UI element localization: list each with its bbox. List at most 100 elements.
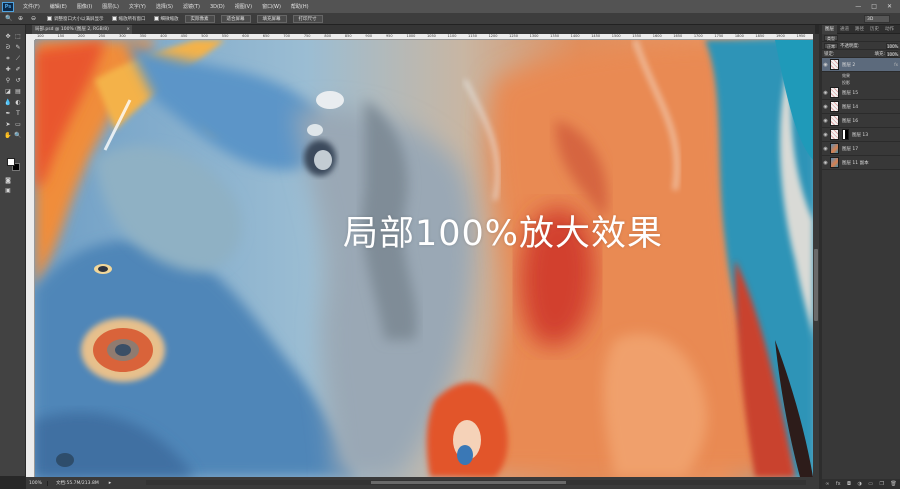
trash-icon[interactable]: 🗑 <box>890 481 896 487</box>
hand-tool-icon[interactable]: ✋ <box>4 132 12 140</box>
actual-pixels-button[interactable]: 实际像素 <box>184 14 215 23</box>
opacity-field[interactable]: 100% <box>886 42 898 49</box>
vertical-scroll-thumb[interactable] <box>814 249 818 321</box>
lock-row: 锁定: 填充: 100% <box>822 50 900 58</box>
fill-field[interactable]: 100% <box>886 50 898 57</box>
menu-layer[interactable]: 图层(L) <box>97 3 124 10</box>
maximize-icon[interactable]: □ <box>871 3 877 10</box>
folder-icon[interactable]: ▭ <box>868 481 873 487</box>
blur-tool-icon[interactable]: 💧 <box>4 99 12 107</box>
layer-kind-select[interactable]: 类型 <box>824 34 838 41</box>
eye-icon[interactable]: ◉ <box>822 90 829 96</box>
workspace-select[interactable]: 3D <box>864 14 890 23</box>
document-tab[interactable]: 局部.psd @ 100% (图层 2, RGB/8) × <box>32 25 132 34</box>
zoom-out-icon[interactable]: ⊖ <box>31 15 39 22</box>
fit-screen-button[interactable]: 适合屏幕 <box>220 14 251 23</box>
ruler-tick-label: 700 <box>283 34 290 38</box>
layer-row[interactable]: ◉ 图层 16 <box>822 114 900 128</box>
layer-row[interactable]: ◉ 图层 17 <box>822 142 900 156</box>
eraser-tool-icon[interactable]: ◪ <box>4 88 12 96</box>
layer-thumbnail <box>830 157 839 168</box>
menu-image[interactable]: 图像(I) <box>72 3 97 10</box>
horizontal-scrollbar[interactable] <box>146 480 806 485</box>
pen-tool-icon[interactable]: ✒ <box>4 110 12 118</box>
adjustment-icon[interactable]: ◑ <box>857 481 861 487</box>
marquee-tool-icon[interactable]: ⬚ <box>14 33 22 41</box>
fill-screen-button[interactable]: 填充屏幕 <box>256 14 287 23</box>
tab-paths[interactable]: 路径 <box>852 26 867 32</box>
ruler-tick-label: 300 <box>119 34 126 38</box>
layer-name: 图层 14 <box>842 104 859 110</box>
move-tool-icon[interactable]: ✥ <box>4 33 12 41</box>
lasso-tool-icon[interactable]: ᘐ <box>4 44 12 52</box>
horizontal-scroll-thumb[interactable] <box>371 481 566 484</box>
menu-view[interactable]: 视图(V) <box>230 3 257 10</box>
menu-window[interactable]: 窗口(W) <box>257 3 286 10</box>
menu-edit[interactable]: 编辑(E) <box>45 3 72 10</box>
blend-mode-select[interactable]: 正常 <box>824 42 838 49</box>
layer-row[interactable]: ◉ 图层 14 <box>822 100 900 114</box>
fx-icon[interactable]: fx <box>836 481 841 487</box>
menu-3d[interactable]: 3D(D) <box>205 4 230 10</box>
screen-mode-icon[interactable]: ▣ <box>4 187 12 195</box>
zoom-tool-icon-side[interactable]: 🔍 <box>14 132 22 140</box>
menu-select[interactable]: 选择(S) <box>151 3 178 10</box>
document-tab-bar: 局部.psd @ 100% (图层 2, RGB/8) × <box>26 25 815 34</box>
eye-icon[interactable]: ◉ <box>822 118 829 124</box>
gradient-tool-icon[interactable]: ▤ <box>14 88 22 96</box>
eye-icon[interactable]: ◉ <box>822 146 829 152</box>
menu-help[interactable]: 帮助(H) <box>286 3 314 10</box>
layer-row[interactable]: ◉ 图层 15 <box>822 86 900 100</box>
dodge-tool-icon[interactable]: ◐ <box>14 99 22 107</box>
tab-layers[interactable]: 图层 <box>822 24 837 34</box>
new-layer-icon[interactable]: ❐ <box>879 481 883 487</box>
clone-stamp-icon[interactable]: ⚲ <box>4 77 12 85</box>
foreground-color-swatch[interactable] <box>7 158 15 166</box>
scrubby-zoom-checkbox[interactable]: 细微缩放 <box>153 16 179 22</box>
crop-tool-icon[interactable]: ⌗ <box>4 55 12 63</box>
quick-mask-icon[interactable]: ◙ <box>4 177 12 185</box>
close-tab-icon[interactable]: × <box>126 25 130 34</box>
effects-row[interactable]: 效果 <box>822 72 900 79</box>
print-size-button[interactable]: 打印尺寸 <box>292 14 323 23</box>
tab-history[interactable]: 历史 <box>867 26 882 32</box>
menu-filter[interactable]: 滤镜(T) <box>178 3 205 10</box>
canvas-caption-text: 局部100%放大效果 <box>342 214 663 254</box>
drop-shadow-row[interactable]: 投影 <box>822 79 900 86</box>
layer-row[interactable]: ◉ 图层 2 fx <box>822 58 900 72</box>
zoom-all-windows-checkbox[interactable]: 缩放所有窗口 <box>111 16 146 22</box>
vertical-ruler[interactable] <box>26 40 35 477</box>
close-icon[interactable]: ✕ <box>887 3 892 10</box>
lock-label: 锁定: <box>824 51 835 57</box>
fx-badge-icon[interactable]: fx <box>894 62 898 67</box>
eye-icon[interactable]: ◉ <box>822 160 829 166</box>
eye-icon[interactable]: ◉ <box>822 62 829 68</box>
shape-tool-icon[interactable]: ▭ <box>14 121 22 129</box>
layer-mask-thumbnail[interactable] <box>842 129 849 140</box>
zoom-tool-icon[interactable]: 🔍 <box>5 15 13 22</box>
menu-file[interactable]: 文件(F) <box>18 3 45 10</box>
brush-tool-icon[interactable]: ✐ <box>14 66 22 74</box>
eyedropper-tool-icon[interactable]: ⟋ <box>14 55 22 63</box>
history-brush-icon[interactable]: ↺ <box>14 77 22 85</box>
tab-actions[interactable]: 动作 <box>882 26 897 32</box>
type-tool-icon[interactable]: T <box>14 110 22 118</box>
eye-icon[interactable]: ◉ <box>822 104 829 110</box>
document-canvas[interactable]: 局部100%放大效果 <box>35 40 813 477</box>
link-icon[interactable]: ∞ <box>825 481 829 487</box>
menu-type[interactable]: 文字(Y) <box>124 3 151 10</box>
healing-brush-icon[interactable]: ✚ <box>4 66 12 74</box>
ruler-tick-label: 1000 <box>406 34 416 38</box>
zoom-in-icon[interactable]: ⊕ <box>18 15 26 22</box>
mask-icon[interactable]: ◘ <box>847 481 851 487</box>
path-select-icon[interactable]: ➤ <box>4 121 12 129</box>
eye-icon[interactable]: ◉ <box>822 132 829 138</box>
status-menu-arrow-icon[interactable]: ▸ <box>109 480 112 486</box>
zoom-level[interactable]: 100% <box>26 480 48 486</box>
quick-select-tool-icon[interactable]: ✎ <box>14 44 22 52</box>
layer-row[interactable]: ◉ 图层 13 <box>822 128 900 142</box>
layer-row[interactable]: ◉ 图层 11 副本 <box>822 156 900 170</box>
minimize-icon[interactable]: — <box>855 3 861 10</box>
tab-channels[interactable]: 通道 <box>837 26 852 32</box>
resize-windows-checkbox[interactable]: 调整窗口大小以满屏显示 <box>47 16 104 22</box>
